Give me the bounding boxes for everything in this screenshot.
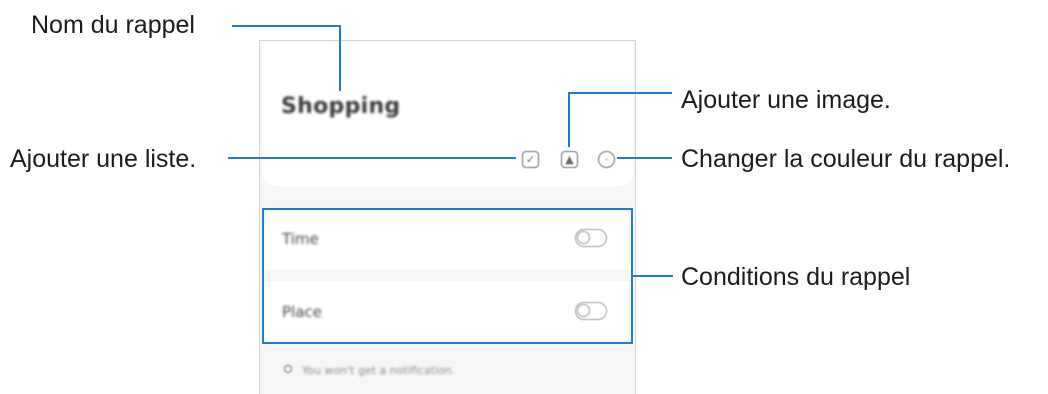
palette-icon[interactable]: · (598, 151, 615, 168)
notification-info: You won't get a notification. (302, 364, 456, 377)
image-icon[interactable]: ▲ (561, 151, 578, 168)
toggle-knob (577, 231, 590, 244)
toggle-knob (577, 304, 590, 317)
leader-line (568, 92, 672, 94)
time-condition-row[interactable]: Time (262, 208, 633, 270)
callout-add-image: Ajouter une image. (681, 86, 891, 114)
place-label: Place (282, 303, 322, 321)
place-toggle[interactable] (575, 302, 607, 320)
reminder-title[interactable]: Shopping (281, 94, 400, 119)
leader-line (339, 25, 341, 91)
time-label: Time (282, 230, 319, 248)
callout-change-color: Changer la couleur du rappel. (681, 145, 1011, 173)
leader-line (228, 157, 516, 159)
callout-conditions: Conditions du rappel (681, 263, 911, 291)
leader-line (633, 275, 673, 277)
leader-line (568, 92, 570, 147)
callout-reminder-name: Nom du rappel (31, 11, 195, 39)
callout-add-list: Ajouter une liste. (10, 145, 197, 173)
checkbox-icon[interactable]: ✓ (522, 151, 539, 168)
time-toggle[interactable] (575, 229, 607, 247)
leader-line (232, 25, 340, 27)
leader-line (617, 157, 672, 159)
place-condition-row[interactable]: Place (262, 281, 633, 343)
bell-off-icon (283, 364, 293, 374)
